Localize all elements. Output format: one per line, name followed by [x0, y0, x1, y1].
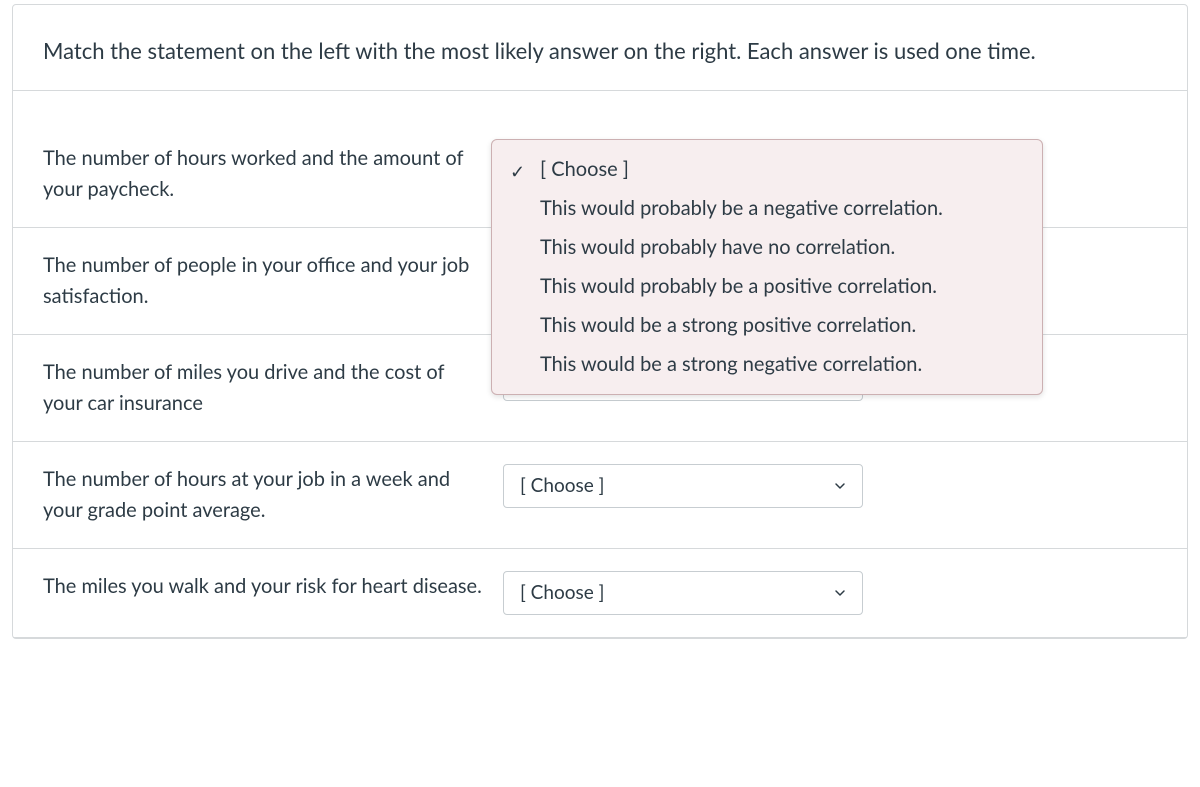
row-prompt: The miles you walk and your risk for hea…: [43, 571, 503, 602]
instructions-text: Match the statement on the left with the…: [13, 5, 1187, 90]
check-icon: ✓: [510, 158, 525, 186]
match-row: The miles you walk and your risk for hea…: [13, 548, 1187, 637]
dropdown-option-label: This would be a strong positive correlat…: [540, 313, 916, 337]
dropdown-option-label: This would probably have no correlation.: [540, 235, 895, 259]
dropdown-option[interactable]: This would be a strong positive correlat…: [496, 306, 1038, 345]
dropdown-option-selected[interactable]: ✓ [ Choose ]: [496, 150, 1038, 189]
chevron-down-icon: [832, 585, 848, 601]
row-prompt: The number of hours at your job in a wee…: [43, 464, 503, 526]
dropdown-option-label: This would probably be a positive correl…: [540, 274, 937, 298]
question-card: Match the statement on the left with the…: [12, 4, 1188, 639]
match-row: The number of hours at your job in a wee…: [13, 441, 1187, 548]
choose-select[interactable]: [ Choose ]: [503, 571, 863, 615]
row-prompt: The number of people in your office and …: [43, 250, 503, 312]
select-value: [ Choose ]: [520, 579, 604, 608]
dropdown-option-label: [ Choose ]: [540, 157, 629, 181]
row-prompt: The number of hours worked and the amoun…: [43, 143, 503, 205]
dropdown-option-label: This would be a strong negative correlat…: [540, 352, 922, 376]
row-prompt: The number of miles you drive and the co…: [43, 357, 503, 419]
divider: [13, 637, 1187, 638]
dropdown-option[interactable]: This would probably be a positive correl…: [496, 267, 1038, 306]
divider: [13, 90, 1187, 91]
match-row: The number of hours worked and the amoun…: [13, 121, 1187, 227]
choose-select[interactable]: [ Choose ]: [503, 464, 863, 508]
select-value: [ Choose ]: [520, 472, 604, 501]
dropdown-panel[interactable]: ✓ [ Choose ] This would probably be a ne…: [491, 139, 1043, 395]
dropdown-option[interactable]: This would be a strong negative correlat…: [496, 345, 1038, 384]
row-answer: [ Choose ]: [503, 464, 863, 508]
dropdown-option[interactable]: This would probably be a negative correl…: [496, 189, 1038, 228]
row-answer: [ Choose ]: [503, 571, 863, 615]
dropdown-option-label: This would probably be a negative correl…: [540, 196, 943, 220]
chevron-down-icon: [832, 478, 848, 494]
dropdown-option[interactable]: This would probably have no correlation.: [496, 228, 1038, 267]
match-rows: The number of hours worked and the amoun…: [13, 121, 1187, 637]
